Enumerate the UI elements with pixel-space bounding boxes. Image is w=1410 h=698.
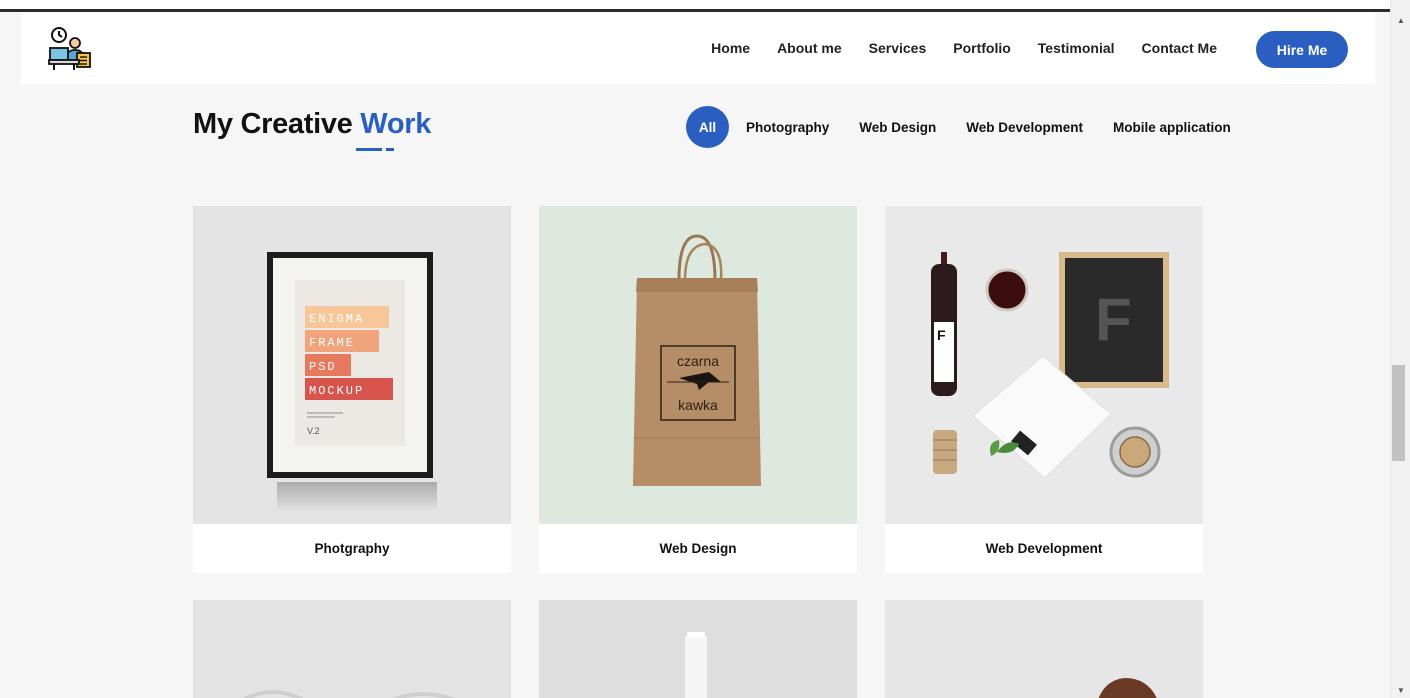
- portfolio-image-frame[interactable]: ENIGMA FRAME PSD MOCKUP V.2: [193, 206, 511, 524]
- nav-portfolio[interactable]: Portfolio: [953, 40, 1011, 56]
- poster-line-3: PSD: [309, 360, 337, 374]
- nav-testimonial[interactable]: Testimonial: [1038, 40, 1115, 56]
- filter-web-development[interactable]: Web Development: [966, 120, 1083, 135]
- section-title: My Creative Work: [193, 108, 431, 141]
- row2-image-3: [1098, 678, 1157, 698]
- nav-services[interactable]: Services: [869, 40, 927, 56]
- scrollbar-thumb[interactable]: [1392, 365, 1405, 461]
- bottle-brand-letter: F: [937, 327, 946, 343]
- bag-text-top: czarna: [677, 353, 719, 369]
- scroll-up-arrow-icon[interactable]: ▲: [1391, 12, 1410, 28]
- filter-all[interactable]: All: [686, 106, 729, 148]
- underline-long: [356, 148, 382, 151]
- underline-short: [386, 148, 394, 151]
- row2-image-1: [242, 690, 456, 698]
- section-title-accent: Work: [360, 108, 432, 140]
- section-title-main: My Creative: [193, 108, 361, 140]
- portfolio-filters: All Photography Web Design Web Developme…: [686, 106, 1261, 148]
- nav-contact-me[interactable]: Contact Me: [1142, 40, 1217, 56]
- scrollbar[interactable]: ▲ ▼: [1390, 0, 1410, 698]
- poster-line-1: ENIGMA: [309, 312, 364, 326]
- main-nav: Home About me Services Portfolio Testimo…: [684, 12, 1217, 84]
- poster-line-2: FRAME: [309, 336, 355, 350]
- portfolio-caption: Web Development: [985, 541, 1103, 556]
- bag-text-bottom: kawka: [678, 397, 718, 413]
- row2-image-2: [685, 632, 707, 698]
- filter-web-design[interactable]: Web Design: [859, 120, 936, 135]
- scroll-down-arrow-icon[interactable]: ▼: [1391, 682, 1410, 698]
- hire-me-button[interactable]: Hire Me: [1256, 31, 1348, 68]
- portfolio-caption: Photgraphy: [314, 541, 390, 556]
- nav-home[interactable]: Home: [711, 40, 750, 56]
- filter-mobile-application[interactable]: Mobile application: [1113, 120, 1231, 135]
- page: Home About me Services Portfolio Testimo…: [0, 12, 1390, 698]
- portfolio-card-photography[interactable]: ENIGMA FRAME PSD MOCKUP V.2 Photgraphy: [193, 206, 511, 573]
- nav-about-me[interactable]: About me: [777, 40, 842, 56]
- portfolio-card-web-design[interactable]: czarna kawka Web Design: [539, 206, 857, 573]
- filter-photography[interactable]: Photography: [746, 120, 829, 135]
- portfolio-card-row2-1[interactable]: [193, 600, 511, 698]
- frame-mockup-image: ENIGMA FRAME PSD MOCKUP V.2: [267, 252, 437, 512]
- portfolio-card-row2-2[interactable]: [539, 600, 857, 698]
- poster-version: V.2: [307, 426, 320, 436]
- site-header: Home About me Services Portfolio Testimo…: [21, 12, 1375, 84]
- portfolio-image-stationery[interactable]: F F: [885, 206, 1203, 524]
- portfolio-caption: Web Design: [659, 541, 737, 556]
- stationery-mockup-image: F F: [931, 252, 1169, 479]
- portfolio-card-web-development[interactable]: F F Web Development: [885, 206, 1203, 573]
- poster-line-4: MOCKUP: [309, 384, 364, 398]
- portfolio-image-bag[interactable]: czarna kawka: [539, 206, 857, 524]
- bag-mockup-image: czarna kawka: [633, 234, 761, 486]
- portfolio-card-row2-3[interactable]: [885, 600, 1203, 698]
- top-border: [0, 0, 1390, 12]
- logo-icon[interactable]: [47, 26, 93, 72]
- board-letter: F: [1095, 286, 1132, 353]
